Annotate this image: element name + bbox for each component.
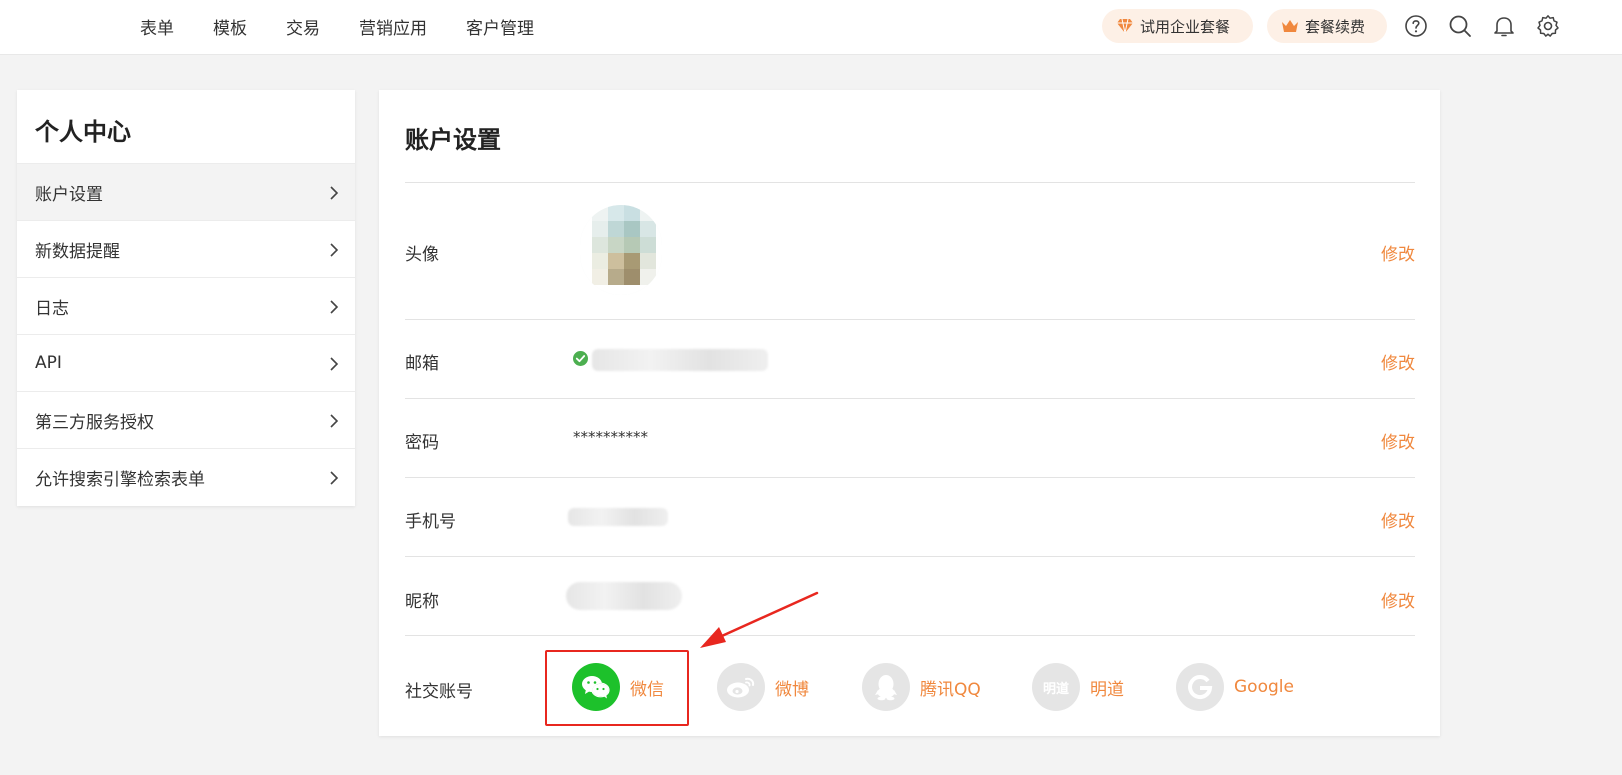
- top-navbar: 表单 模板 交易 营销应用 客户管理 试用企业套餐 套餐续费: [0, 0, 1622, 55]
- nav-item-customers[interactable]: 客户管理: [466, 14, 534, 39]
- nav-item-forms[interactable]: 表单: [140, 14, 174, 39]
- sidebar-item-log[interactable]: 日志: [17, 277, 355, 334]
- chevron-right-icon: [330, 414, 339, 428]
- chevron-right-icon: [330, 357, 339, 371]
- sidebar-title: 个人中心: [35, 118, 131, 146]
- page-title: 账户设置: [405, 126, 501, 154]
- sidebar-item-api[interactable]: API: [17, 334, 355, 391]
- sidebar-item-label: 允许搜索引擎检索表单: [35, 469, 205, 490]
- search-icon[interactable]: [1448, 14, 1472, 38]
- social-google-label: Google: [1234, 677, 1294, 697]
- mingdao-icon-text: 明道: [1042, 681, 1069, 697]
- chevron-right-icon: [330, 300, 339, 314]
- nav-item-transactions[interactable]: 交易: [286, 14, 320, 39]
- crown-icon: [1282, 20, 1298, 32]
- bell-icon[interactable]: [1492, 14, 1516, 38]
- sidebar-item-label: 新数据提醒: [35, 241, 120, 262]
- password-value: **********: [573, 428, 648, 446]
- sidebar-item-data-reminder[interactable]: 新数据提醒: [17, 220, 355, 277]
- social-qq-label: 腾讯QQ: [920, 679, 981, 700]
- edit-avatar-link[interactable]: 修改: [1381, 240, 1415, 265]
- edit-password-link[interactable]: 修改: [1381, 428, 1415, 453]
- account-settings-panel: 账户设置 头像 修改 邮箱 修改 密码 ********** 修改 手机号 修改…: [379, 90, 1440, 736]
- divider: [405, 635, 1415, 636]
- divider: [405, 556, 1415, 557]
- trial-enterprise-label: 试用企业套餐: [1140, 17, 1231, 36]
- chevron-right-icon: [330, 471, 339, 485]
- avatar-label: 头像: [405, 245, 439, 265]
- social-weibo[interactable]: 微博: [717, 662, 809, 712]
- sidebar-item-label: API: [35, 353, 62, 373]
- social-weibo-label: 微博: [775, 679, 809, 700]
- social-mingdao[interactable]: 明道 明道: [1032, 662, 1124, 712]
- email-value-redacted: [592, 349, 768, 371]
- diamond-icon: [1117, 18, 1133, 34]
- sidebar-item-label: 日志: [35, 298, 69, 319]
- divider: [405, 319, 1415, 320]
- edit-phone-link[interactable]: 修改: [1381, 507, 1415, 532]
- sidebar-item-third-party-auth[interactable]: 第三方服务授权: [17, 391, 355, 448]
- sidebar-item-search-engine-index[interactable]: 允许搜索引擎检索表单: [17, 448, 355, 505]
- google-icon: [1176, 663, 1224, 711]
- sidebar-item-label: 账户设置: [35, 184, 103, 205]
- edit-email-link[interactable]: 修改: [1381, 349, 1415, 374]
- avatar-image: [580, 205, 662, 295]
- edit-nickname-link[interactable]: 修改: [1381, 587, 1415, 612]
- chevron-right-icon: [330, 243, 339, 257]
- chevron-right-icon: [330, 186, 339, 200]
- divider: [405, 398, 1415, 399]
- social-qq[interactable]: 腾讯QQ: [862, 662, 981, 712]
- password-label: 密码: [405, 433, 439, 453]
- highlight-box: [545, 650, 689, 726]
- social-accounts-label: 社交账号: [405, 682, 473, 702]
- nickname-label: 昵称: [405, 592, 439, 612]
- phone-label: 手机号: [405, 512, 456, 532]
- sidebar-item-account-settings[interactable]: 账户设置: [17, 163, 355, 220]
- social-google[interactable]: Google: [1176, 662, 1294, 712]
- divider: [405, 182, 1415, 183]
- gear-icon[interactable]: [1536, 14, 1560, 38]
- personal-center-sidebar: 个人中心 账户设置 新数据提醒 日志 API 第三方服务授权 允许搜索引擎检索表…: [17, 90, 355, 506]
- avatar[interactable]: [580, 205, 662, 295]
- email-label: 邮箱: [405, 354, 439, 374]
- weibo-icon: [717, 663, 765, 711]
- renew-plan-button[interactable]: 套餐续费: [1267, 9, 1387, 43]
- qq-icon: [862, 663, 910, 711]
- mingdao-icon: 明道: [1032, 663, 1080, 711]
- nickname-value-redacted: [566, 582, 682, 610]
- social-mingdao-label: 明道: [1090, 679, 1124, 700]
- help-icon[interactable]: [1404, 14, 1428, 38]
- renew-plan-label: 套餐续费: [1305, 17, 1366, 36]
- nav-item-templates[interactable]: 模板: [213, 14, 247, 39]
- phone-value-redacted: [568, 508, 668, 526]
- verified-check-icon: [573, 351, 588, 366]
- trial-enterprise-button[interactable]: 试用企业套餐: [1102, 9, 1253, 43]
- sidebar-item-label: 第三方服务授权: [35, 412, 154, 433]
- annotation-arrow-icon: [700, 591, 819, 648]
- divider: [405, 477, 1415, 478]
- nav-item-marketing[interactable]: 营销应用: [359, 14, 427, 39]
